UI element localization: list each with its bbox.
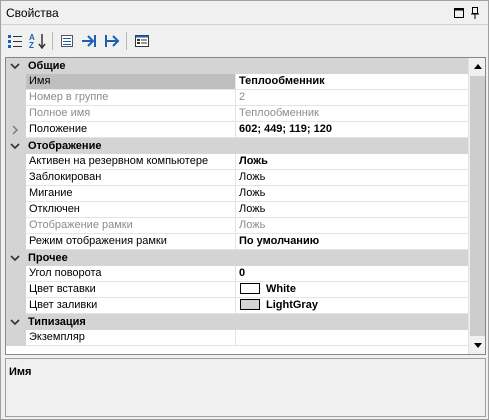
toolbar: A Z	[1, 27, 488, 55]
property-value[interactable]: Ложь	[236, 154, 468, 170]
row-gutter	[6, 186, 26, 202]
color-name: White	[266, 283, 296, 295]
category-row[interactable]: Общие	[6, 58, 468, 74]
row-gutter	[6, 202, 26, 218]
property-value[interactable]: Теплообменник	[236, 106, 468, 122]
scroll-down-icon[interactable]	[469, 337, 485, 354]
property-name: Мигание	[26, 186, 236, 202]
property-row[interactable]: Отключен Ложь	[6, 202, 468, 218]
svg-text:Z: Z	[29, 41, 34, 49]
window-title: Свойства	[6, 6, 59, 20]
go-to-next-icon[interactable]	[101, 30, 123, 52]
color-swatch	[240, 283, 260, 294]
property-row[interactable]: Положение 602; 449; 119; 120	[6, 122, 468, 138]
color-name: LightGray	[266, 299, 318, 311]
property-name: Отключен	[26, 202, 236, 218]
category-row[interactable]: Отображение	[6, 138, 468, 154]
category-label: Типизация	[28, 316, 86, 328]
property-name: Цвет вставки	[26, 282, 236, 298]
row-gutter	[6, 330, 26, 346]
property-value[interactable]: LightGray	[236, 298, 468, 314]
row-gutter	[6, 298, 26, 314]
expand-chevron-icon[interactable]	[6, 122, 26, 138]
property-row[interactable]: Номер в группе 2	[6, 90, 468, 106]
category-label: Отображение	[28, 140, 102, 152]
vertical-scrollbar[interactable]	[468, 58, 485, 354]
toolbar-separator	[126, 32, 127, 50]
property-row[interactable]: Заблокирован Ложь	[6, 170, 468, 186]
row-gutter	[6, 154, 26, 170]
description-title: Имя	[9, 366, 32, 378]
property-name: Заблокирован	[26, 170, 236, 186]
row-gutter	[6, 170, 26, 186]
property-row[interactable]: Экземпляр	[6, 330, 468, 346]
color-swatch	[240, 299, 260, 310]
category-label: Общие	[28, 60, 66, 72]
property-value[interactable]: Ложь	[236, 202, 468, 218]
row-gutter	[6, 234, 26, 250]
property-name: Угол поворота	[26, 266, 236, 282]
row-gutter	[6, 106, 26, 122]
row-gutter	[6, 218, 26, 234]
go-to-definition-icon[interactable]	[78, 30, 100, 52]
property-name: Положение	[26, 122, 236, 138]
property-row[interactable]: Угол поворота 0	[6, 266, 468, 282]
property-value[interactable]: 0	[236, 266, 468, 282]
property-pages-icon[interactable]	[56, 30, 78, 52]
property-name: Экземпляр	[26, 330, 236, 346]
property-value[interactable]: 602; 449; 119; 120	[236, 122, 468, 138]
properties-window: Свойства A Z Общие Имя Теплообменник Ном…	[0, 0, 489, 420]
property-row[interactable]: Имя Теплообменник	[6, 74, 468, 90]
property-value[interactable]	[236, 330, 468, 346]
property-value[interactable]: Ложь	[236, 186, 468, 202]
property-grid: Общие Имя Теплообменник Номер в группе 2 Полн…	[5, 57, 486, 355]
property-row[interactable]: Цвет вставки White	[6, 282, 468, 298]
property-value[interactable]: Ложь	[236, 170, 468, 186]
property-name: Имя	[26, 74, 236, 90]
row-gutter	[6, 282, 26, 298]
row-gutter	[6, 90, 26, 106]
categorized-icon[interactable]	[4, 30, 26, 52]
property-row[interactable]: Мигание Ложь	[6, 186, 468, 202]
property-name: Отображение рамки	[26, 218, 236, 234]
window-menu-icon[interactable]	[453, 7, 465, 19]
property-row[interactable]: Активен на резервном компьютере Ложь	[6, 154, 468, 170]
scrollbar-thumb[interactable]	[470, 76, 485, 336]
property-name: Цвет заливки	[26, 298, 236, 314]
pin-icon[interactable]	[469, 7, 481, 19]
collapse-chevron-icon[interactable]	[10, 253, 20, 263]
events-icon[interactable]	[131, 30, 153, 52]
row-gutter	[6, 266, 26, 282]
property-name: Режим отображения рамки	[26, 234, 236, 250]
property-row[interactable]: Полное имя Теплообменник	[6, 106, 468, 122]
row-gutter	[6, 74, 26, 90]
collapse-chevron-icon[interactable]	[10, 61, 20, 71]
title-bar: Свойства	[1, 1, 488, 25]
property-value[interactable]: White	[236, 282, 468, 298]
property-value[interactable]: Теплообменник	[236, 74, 468, 90]
category-row[interactable]: Типизация	[6, 314, 468, 330]
description-panel: Имя	[5, 358, 486, 417]
property-name: Номер в группе	[26, 90, 236, 106]
sort-alphabetical-icon[interactable]: A Z	[27, 30, 49, 52]
property-value[interactable]: По умолчанию	[236, 234, 468, 250]
row-gutter	[6, 122, 26, 138]
property-name: Активен на резервном компьютере	[26, 154, 236, 170]
property-row[interactable]: Цвет заливки LightGray	[6, 298, 468, 314]
property-row[interactable]: Режим отображения рамки По умолчанию	[6, 234, 468, 250]
collapse-chevron-icon[interactable]	[10, 317, 20, 327]
category-label: Прочее	[28, 252, 68, 264]
category-row[interactable]: Прочее	[6, 250, 468, 266]
scroll-up-icon[interactable]	[469, 58, 485, 75]
toolbar-separator	[52, 32, 53, 50]
property-row[interactable]: Отображение рамки Ложь	[6, 218, 468, 234]
property-value[interactable]: 2	[236, 90, 468, 106]
collapse-chevron-icon[interactable]	[10, 141, 20, 151]
property-name: Полное имя	[26, 106, 236, 122]
property-value[interactable]: Ложь	[236, 218, 468, 234]
